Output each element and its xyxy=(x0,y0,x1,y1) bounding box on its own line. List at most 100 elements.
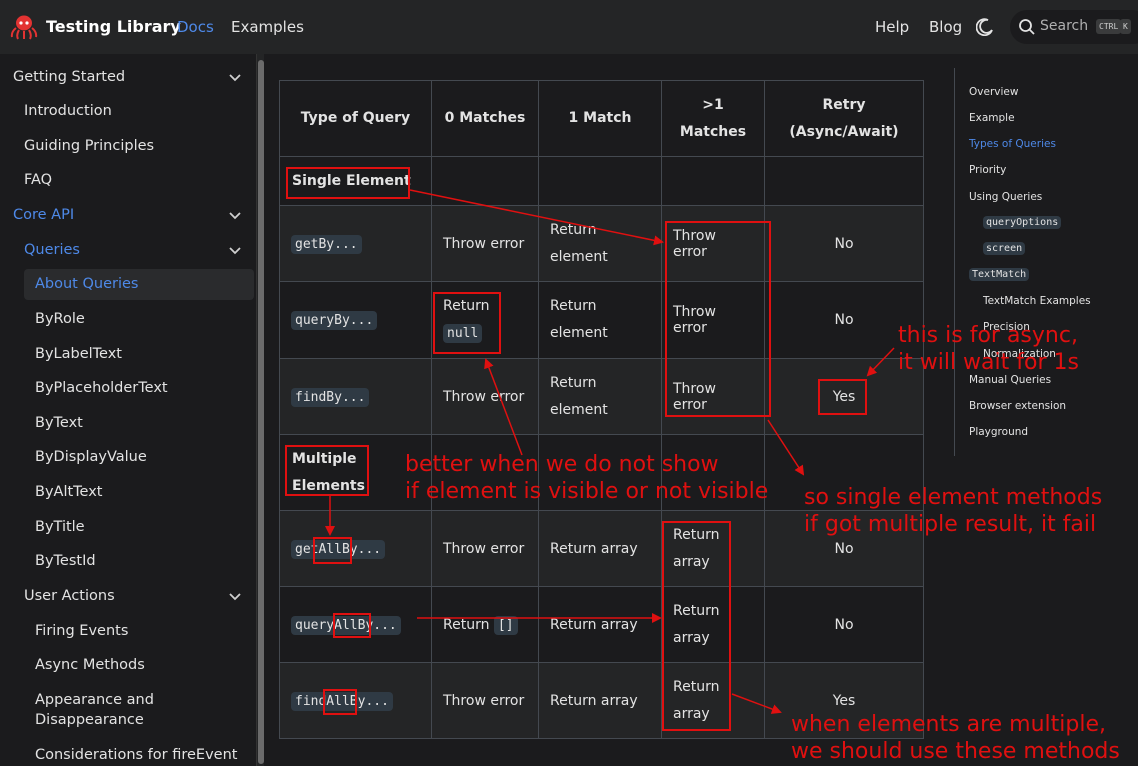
sidebar-item-faq[interactable]: FAQ xyxy=(24,172,52,188)
chevron-down-icon[interactable] xyxy=(228,590,242,604)
async-note-line1: this is for async, xyxy=(898,323,1078,348)
brand-title[interactable]: Testing Library xyxy=(46,17,181,36)
nav-docs-link[interactable]: Docs xyxy=(177,18,214,36)
query-cell: findAllBy... xyxy=(279,662,432,739)
sidebar-item-bytestid[interactable]: ByTestId xyxy=(35,553,96,569)
nav-blog-link[interactable]: Blog xyxy=(929,18,962,36)
zero-cell: Return null xyxy=(431,281,539,359)
query-cell: findBy... xyxy=(279,358,432,435)
sidebar-item-about-queries[interactable]: About Queries xyxy=(35,276,138,292)
chevron-down-icon[interactable] xyxy=(228,244,242,258)
sidebar-item-guiding-principles[interactable]: Guiding Principles xyxy=(24,138,154,154)
toc-link-queryoptions[interactable]: queryOptions xyxy=(983,216,1062,229)
null-code: null xyxy=(443,324,483,343)
single-note-line1: so single element methods xyxy=(804,485,1103,510)
sidebar-item-bytitle[interactable]: ByTitle xyxy=(35,519,85,535)
search-button[interactable]: Search CTRL K xyxy=(1010,10,1138,44)
header-one-match: 1 Match xyxy=(538,80,662,157)
toc-code-screen: screen xyxy=(983,242,1026,255)
sidebar-item-considerations-fireevent[interactable]: Considerations for fireEvent xyxy=(35,747,237,763)
sidebar-category-user-actions[interactable]: User Actions xyxy=(24,588,115,604)
sidebar-item-introduction[interactable]: Introduction xyxy=(24,103,112,119)
kbd-k: K xyxy=(1120,19,1131,34)
sidebar-item-appearance-line2[interactable]: Disappearance xyxy=(35,712,144,728)
top-navbar: Testing Library Docs Examples Help Blog … xyxy=(0,0,1138,54)
header-zero-matches: 0 Matches xyxy=(431,80,539,157)
query-cell: queryAllBy... xyxy=(279,586,432,663)
toc-link-priority[interactable]: Priority xyxy=(969,164,1006,176)
one-cell-line1: Return xyxy=(550,374,597,391)
header-retry-line1: Retry xyxy=(822,96,866,113)
null-note-line2: if element is visible or not visible xyxy=(405,479,769,504)
sidebar-scrollbar-thumb[interactable] xyxy=(258,60,264,764)
toc-code-textmatch: TextMatch xyxy=(969,268,1030,281)
toc-link-textmatch-examples[interactable]: TextMatch Examples xyxy=(983,295,1091,307)
table-row: getBy... Throw error Return element Throw… xyxy=(279,205,924,282)
sidebar-item-byalttext[interactable]: ByAltText xyxy=(35,484,103,500)
sidebar-item-appearance-line1[interactable]: Appearance and xyxy=(35,692,154,708)
header-many-matches: >1 Matches xyxy=(661,80,765,157)
table-row: Single Element xyxy=(279,156,924,206)
header-retry-line2: (Async/Await) xyxy=(789,123,899,140)
multi-note-line1: when elements are multiple, xyxy=(791,712,1106,737)
zero-cell: Throw error xyxy=(431,205,539,282)
toc-link-using-queries[interactable]: Using Queries xyxy=(969,191,1042,203)
sidebar-item-firing-events[interactable]: Firing Events xyxy=(35,623,128,639)
many-cell: Throw error xyxy=(661,281,765,359)
toc-link-textmatch[interactable]: TextMatch xyxy=(969,268,1030,281)
async-note-line2: it will wait for 1s xyxy=(898,350,1079,375)
sidebar-item-bytext[interactable]: ByText xyxy=(35,415,83,431)
zero-cell-text: Return xyxy=(443,616,490,633)
sidebar-category-core-api[interactable]: Core API xyxy=(13,207,74,223)
zero-cell-line1: Return xyxy=(443,298,490,314)
toc-link-overview[interactable]: Overview xyxy=(969,86,1018,98)
sidebar-category-queries[interactable]: Queries xyxy=(24,242,80,258)
toc-link-browser-extension[interactable]: Browser extension xyxy=(969,400,1066,412)
nav-examples-link[interactable]: Examples xyxy=(231,18,304,36)
search-placeholder: Search xyxy=(1040,18,1089,34)
many-cell-line1: Return xyxy=(673,602,720,619)
query-code: queryBy... xyxy=(291,311,378,330)
chevron-down-icon[interactable] xyxy=(228,71,242,85)
header-type-of-query: Type of Query xyxy=(279,80,432,157)
one-cell-line2: element xyxy=(550,248,608,265)
annotation-async-note: this is for async, it will wait for 1s xyxy=(898,322,1079,376)
one-cell: Return element xyxy=(538,358,662,435)
many-cell-line1: Return xyxy=(673,678,720,695)
many-cell: Throw error xyxy=(661,205,765,282)
sidebar-item-bylabeltext[interactable]: ByLabelText xyxy=(35,346,122,362)
annotation-null-note: better when we do not show if element is … xyxy=(405,451,768,505)
table-row: queryBy... Return null Return element Thro… xyxy=(279,281,924,359)
empty-array-code: [] xyxy=(493,615,518,635)
chevron-down-icon[interactable] xyxy=(228,209,242,223)
query-code: getAllBy... xyxy=(291,539,386,559)
multiple-label-line2: Elements xyxy=(292,477,365,494)
many-cell-line1: Return xyxy=(673,526,720,543)
toc-link-example[interactable]: Example xyxy=(969,112,1015,124)
sidebar-item-async-methods[interactable]: Async Methods xyxy=(35,657,145,673)
dark-mode-toggle-icon[interactable] xyxy=(976,18,994,36)
query-code: findAllBy... xyxy=(291,691,393,711)
query-cell: queryBy... xyxy=(279,281,432,359)
toc-link-types-of-queries[interactable]: Types of Queries xyxy=(969,138,1056,150)
annotation-multi-note: when elements are multiple, we should use… xyxy=(791,711,1120,765)
zero-cell: Return [] xyxy=(431,586,539,663)
table-row: findBy... Throw error Return element Thro… xyxy=(279,358,924,435)
many-cell: Return array xyxy=(661,662,765,739)
one-cell-line2: element xyxy=(550,401,608,418)
annotation-single-note: so single element methods if got multiple… xyxy=(804,484,1102,538)
sidebar-category-getting-started[interactable]: Getting Started xyxy=(13,69,125,85)
sidebar-item-byrole[interactable]: ByRole xyxy=(35,311,85,327)
many-cell: Return array xyxy=(661,510,765,587)
octopus-logo-icon[interactable] xyxy=(10,14,38,40)
toc-code-queryoptions: queryOptions xyxy=(983,216,1062,229)
one-cell: Return element xyxy=(538,205,662,282)
sidebar-item-bydisplayvalue[interactable]: ByDisplayValue xyxy=(35,449,147,465)
many-cell-line2: array xyxy=(673,553,710,570)
toc-link-playground[interactable]: Playground xyxy=(969,426,1028,438)
query-code: getBy... xyxy=(291,234,362,254)
nav-help-link[interactable]: Help xyxy=(875,18,909,36)
sidebar-item-byplaceholdertext[interactable]: ByPlaceholderText xyxy=(35,380,168,396)
query-code: queryAllBy... xyxy=(291,615,401,635)
toc-link-screen[interactable]: screen xyxy=(983,242,1026,255)
